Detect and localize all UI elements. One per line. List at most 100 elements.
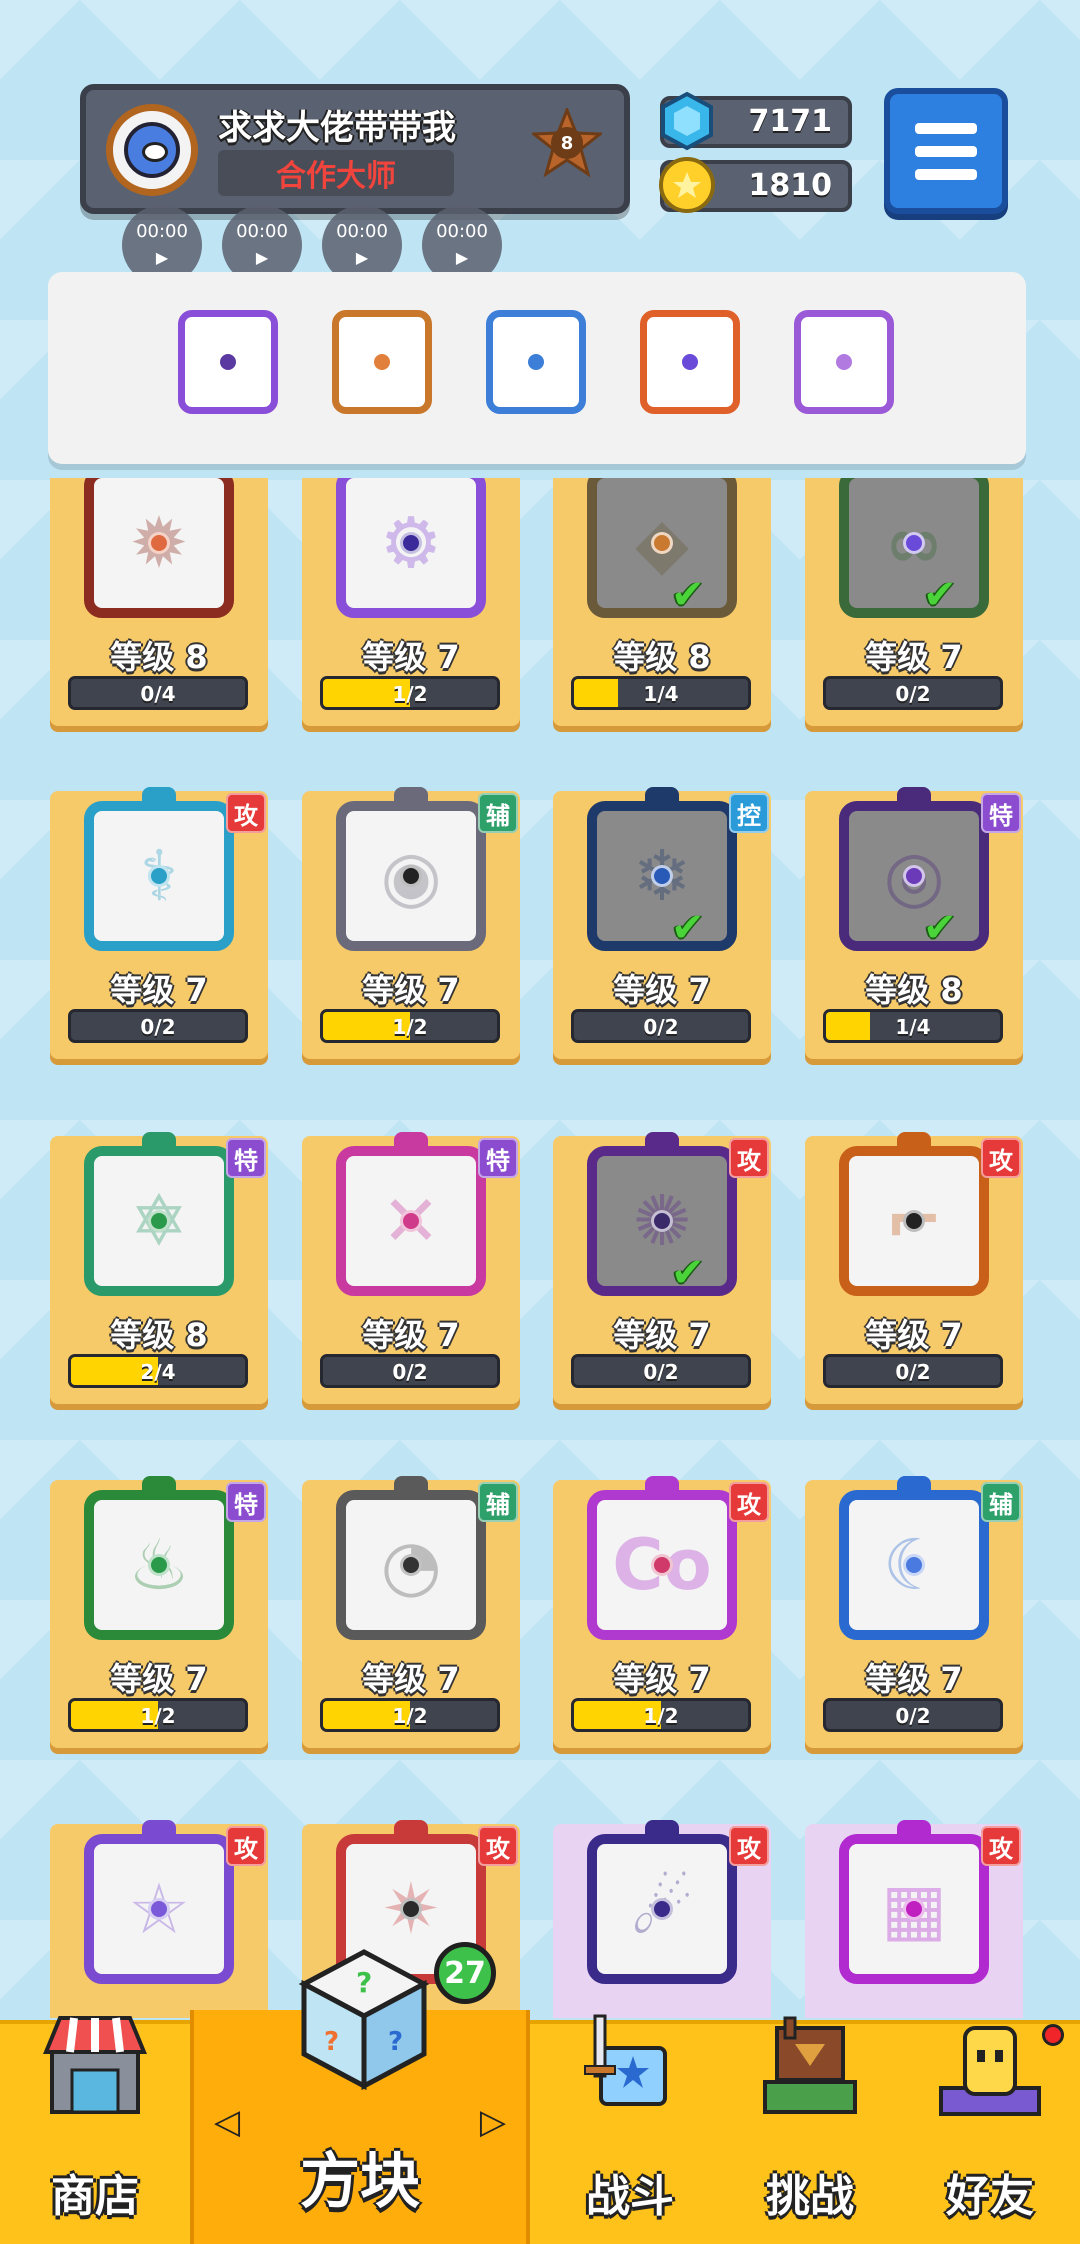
player-profile-panel[interactable]: 求求大佬带带我 合作大师 8 xyxy=(80,84,630,214)
equipped-check-icon: ✔ xyxy=(671,1250,705,1296)
dice-card[interactable]: ◔辅等级 7 1/2 xyxy=(302,1476,520,1748)
upgrade-progress-bar: 1/2 xyxy=(320,1698,500,1732)
coin-counter[interactable]: 1810 xyxy=(659,157,852,213)
menu-line xyxy=(915,122,977,134)
dice-pip xyxy=(148,1898,170,1920)
dice-face: ⌐ xyxy=(839,1146,989,1296)
dice-face: ▦ xyxy=(839,1834,989,1984)
progress-text: 1/2 xyxy=(643,1704,679,1728)
dice-card[interactable]: ◉辅等级 7 1/2 xyxy=(302,787,520,1059)
dice-face: ✕ xyxy=(336,1146,486,1296)
dice-card[interactable]: ⚕攻等级 7 0/2 xyxy=(50,787,268,1059)
nav-challenge[interactable]: 挑战 xyxy=(720,2016,900,2244)
upgrade-progress-bar: 1/2 xyxy=(320,1009,500,1043)
dice-level: 等级 7 xyxy=(613,1316,711,1354)
nav-challenge-label: 挑战 xyxy=(766,2171,854,2222)
dice-level: 等级 7 xyxy=(865,638,963,676)
progress-text: 0/2 xyxy=(895,682,931,706)
progress-text: 0/2 xyxy=(140,1015,176,1039)
dice-card[interactable]: ✺✔ 攻等级 7 0/2 xyxy=(553,1132,771,1404)
dice-level: 等级 8 xyxy=(110,638,208,676)
dice-card[interactable]: ▦攻 xyxy=(805,1820,1023,2018)
mystery-cube-icon: ? ? ? xyxy=(298,1949,430,2091)
dice-card[interactable]: ❄✔ 控等级 7 0/2 xyxy=(553,787,771,1059)
dice-face: ◎ xyxy=(839,801,989,951)
menu-button[interactable] xyxy=(884,88,1008,214)
dice-face: ✡ xyxy=(84,1146,234,1296)
blue-snowflake-dice-icon[interactable] xyxy=(486,310,586,414)
nav-dice[interactable]: ? ? ? 27 ◁ ▷ 方块 xyxy=(190,1942,530,2244)
dice-type-tag: 攻 xyxy=(478,1826,518,1866)
purple-orbit-dice-icon[interactable] xyxy=(178,310,278,414)
dice-pip xyxy=(400,1898,422,1920)
nav-friends[interactable]: 好友 xyxy=(900,2024,1080,2244)
orange-dice-icon[interactable] xyxy=(332,310,432,414)
mask-avatar-icon[interactable] xyxy=(106,104,198,196)
dice-card[interactable]: Co攻等级 7 1/2 xyxy=(553,1476,771,1748)
dice-card[interactable]: ✹ 等级 8 0/4 xyxy=(50,478,268,726)
dice-pip xyxy=(651,1210,673,1232)
dice-card[interactable]: ⚙ 等级 7 1/2 xyxy=(302,478,520,726)
equipped-check-icon: ✔ xyxy=(671,572,705,618)
play-icon: ▶ xyxy=(155,248,169,267)
upgrade-progress-bar: 0/2 xyxy=(823,676,1003,710)
progress-text: 1/2 xyxy=(140,1704,176,1728)
dice-pip xyxy=(148,865,170,887)
dice-card[interactable]: ∞✔ 等级 7 0/2 xyxy=(805,478,1023,726)
dice-card[interactable]: ✡特等级 8 2/4 xyxy=(50,1132,268,1404)
nav-battle[interactable]: 战斗 xyxy=(540,2014,720,2244)
dice-type-tag: 攻 xyxy=(981,1138,1021,1178)
dice-pip xyxy=(220,354,236,370)
dice-card[interactable]: ◎✔ 特等级 8 1/4 xyxy=(805,787,1023,1059)
dice-pip xyxy=(148,1554,170,1576)
dice-card[interactable]: ☾辅等级 7 0/2 xyxy=(805,1476,1023,1748)
dice-level: 等级 7 xyxy=(110,1660,208,1698)
dice-card[interactable]: ✕特等级 7 0/2 xyxy=(302,1132,520,1404)
upgrade-progress-bar: 2/4 xyxy=(68,1354,248,1388)
svg-text:?: ? xyxy=(356,1966,372,1999)
rainbow-infinity-dice-icon[interactable] xyxy=(640,310,740,414)
dice-pip xyxy=(903,532,925,554)
equipped-check-icon: ✔ xyxy=(923,572,957,618)
upgrade-progress-bar: 0/2 xyxy=(823,1698,1003,1732)
dice-card[interactable]: ⌐攻等级 7 0/2 xyxy=(805,1132,1023,1404)
dice-face: ◉ xyxy=(336,801,486,951)
dice-card[interactable]: ♨特等级 7 1/2 xyxy=(50,1476,268,1748)
dice-type-tag: 特 xyxy=(478,1138,518,1178)
dice-level: 等级 8 xyxy=(613,638,711,676)
dice-pip xyxy=(651,865,673,887)
nav-friends-label: 好友 xyxy=(946,2171,1034,2222)
svg-text:?: ? xyxy=(388,2027,403,2057)
rank-star-badge: 8 xyxy=(532,108,602,178)
dice-pip xyxy=(651,532,673,554)
dice-pip xyxy=(903,1210,925,1232)
dice-level: 等级 7 xyxy=(865,1660,963,1698)
gem-icon xyxy=(661,91,713,151)
dice-face: ☄ xyxy=(587,1834,737,1984)
dice-pip xyxy=(903,1898,925,1920)
dice-card[interactable]: ☆攻 xyxy=(50,1820,268,2018)
clip-time: 00:00 xyxy=(336,221,388,242)
dice-level: 等级 7 xyxy=(362,971,460,1009)
shield-sword-icon xyxy=(584,2014,667,2106)
dice-face: ∞ xyxy=(839,478,989,618)
dice-card[interactable]: ◆✔ 等级 8 1/4 xyxy=(553,478,771,726)
dice-face: ☾ xyxy=(839,1490,989,1640)
dice-level: 等级 8 xyxy=(865,971,963,1009)
upgrade-progress-bar: 0/2 xyxy=(571,1354,751,1388)
dice-card[interactable]: ☄攻 xyxy=(553,1820,771,2018)
progress-text: 1/2 xyxy=(392,1704,428,1728)
dice-type-tag: 攻 xyxy=(729,1138,769,1178)
nav-shop[interactable]: 商店 xyxy=(0,2016,190,2244)
shop-icon xyxy=(43,2016,147,2114)
dice-face: ✹ xyxy=(84,478,234,618)
dice-pip xyxy=(682,354,698,370)
player-name: 求求大佬带带我 xyxy=(218,108,456,148)
purple-spiral-dice-icon[interactable] xyxy=(794,310,894,414)
dice-level: 等级 7 xyxy=(110,971,208,1009)
progress-text: 0/2 xyxy=(392,1360,428,1384)
gem-counter[interactable]: 7171 xyxy=(660,91,852,151)
menu-line xyxy=(915,168,977,180)
dice-face: ⚙ xyxy=(336,478,486,618)
dice-pip xyxy=(903,865,925,887)
